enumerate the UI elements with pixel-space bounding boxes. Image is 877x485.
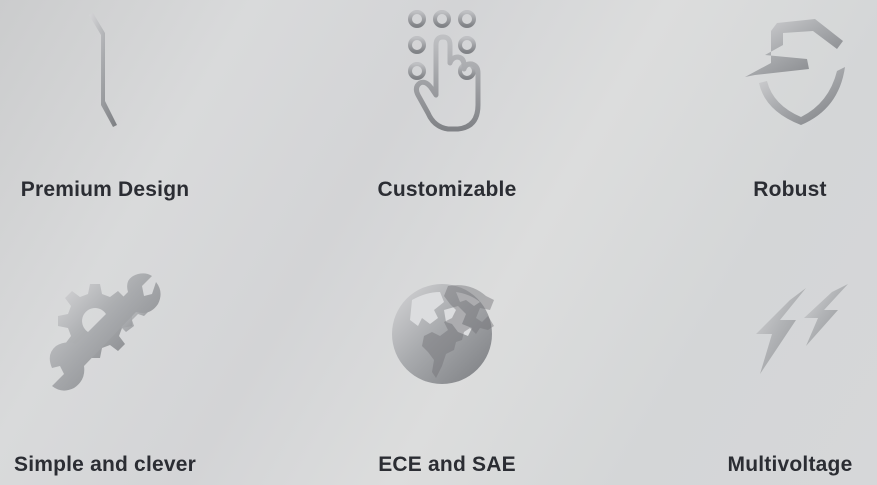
lightning-bolts-icon bbox=[670, 270, 877, 400]
feature-simple-and-clever: Simple and clever bbox=[0, 270, 225, 476]
feature-label: Multivoltage bbox=[727, 453, 853, 476]
feature-label: Robust bbox=[753, 178, 827, 201]
feature-premium-design: Premium Design bbox=[0, 0, 225, 201]
shield-icon bbox=[670, 5, 877, 135]
feature-label: Simple and clever bbox=[14, 453, 196, 476]
feature-label: Customizable bbox=[377, 178, 517, 201]
globe-icon bbox=[327, 270, 567, 400]
gear-wrench-icon bbox=[0, 270, 225, 400]
hand-keypad-icon bbox=[327, 5, 567, 135]
feature-customizable: Customizable bbox=[327, 0, 567, 201]
feature-label: ECE and SAE bbox=[378, 453, 516, 476]
sleek-strip-icon bbox=[0, 5, 225, 135]
feature-label: Premium Design bbox=[20, 178, 190, 201]
feature-ece-and-sae: ECE and SAE bbox=[327, 270, 567, 476]
feature-robust: Robust bbox=[670, 0, 877, 201]
feature-multivoltage: Multivoltage bbox=[670, 270, 877, 476]
